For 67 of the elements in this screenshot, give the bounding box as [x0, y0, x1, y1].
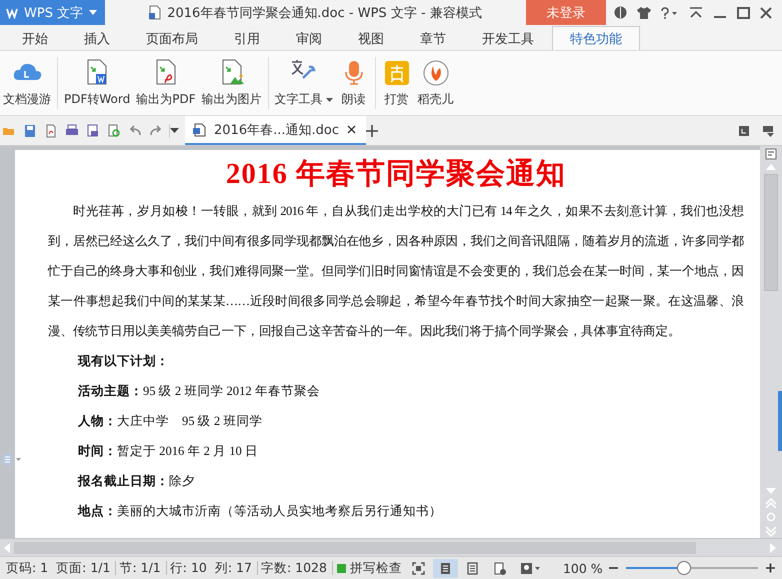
- collapse-icon[interactable]: [689, 6, 703, 18]
- ribbon-tab[interactable]: 开发工具: [464, 26, 552, 50]
- plan-item: 人物：大庄中学 95 级 2 班同学: [78, 413, 264, 430]
- close-icon[interactable]: [760, 6, 772, 18]
- pdf-icon[interactable]: [44, 124, 58, 138]
- status-text: 页面: 1/1: [53, 561, 116, 575]
- panel-menu-icon[interactable]: [762, 124, 774, 136]
- plan-item: 报名截止日期：除夕: [78, 473, 196, 490]
- save-icon[interactable]: [23, 124, 37, 138]
- logo-icon: [6, 6, 18, 18]
- ribbon-tab[interactable]: 章节: [402, 26, 464, 50]
- document-tab[interactable]: 2016年春...通知.doc: [185, 116, 366, 145]
- view-button[interactable]: [432, 558, 458, 578]
- caret-icon[interactable]: [170, 128, 179, 133]
- plan-item: 活动主题：95 级 2 班同学 2012 年春节聚会: [78, 383, 321, 400]
- outline-view-icon: [466, 562, 479, 574]
- preview-zoom-icon[interactable]: [107, 124, 121, 138]
- app-menu-button[interactable]: WPS 文字: [0, 0, 105, 25]
- status-square-icon: [336, 564, 346, 572]
- status-text: 列: 17: [212, 561, 258, 575]
- scrollbar-thumb[interactable]: [764, 174, 778, 291]
- ribbon-tab[interactable]: 页面布局: [128, 26, 216, 50]
- spell-check-button[interactable]: 拼写检查: [332, 560, 406, 576]
- print-preview-icon[interactable]: [86, 124, 100, 138]
- web-view-icon: [492, 562, 506, 574]
- help-icon[interactable]: [661, 6, 679, 18]
- plan-item: 时间：暂定于 2016 年 2 月 10 日: [78, 443, 259, 460]
- print-icon[interactable]: [65, 124, 79, 138]
- ribbon-button[interactable]: 输出为PDF: [133, 51, 199, 115]
- maximize-icon[interactable]: [737, 6, 750, 18]
- plan-item: 地点：美丽的大城市沂南（等活动人员实地考察后另行通知书）: [78, 503, 443, 520]
- plan-heading: 现有以下计划：: [78, 353, 170, 370]
- status-text: 页码: 1: [5, 561, 50, 575]
- close-icon[interactable]: [346, 125, 356, 134]
- ribbon-tab[interactable]: 视图: [340, 26, 402, 50]
- status-text: 行: 10: [168, 561, 208, 575]
- status-text: 节: 1/1: [116, 561, 167, 575]
- status-text: 字数: 1028: [258, 561, 333, 575]
- ribbon-button[interactable]: 文档漫游: [0, 51, 54, 115]
- document-title: 2016 年春节同学聚会通知: [224, 157, 568, 192]
- page-view-icon: [438, 562, 452, 574]
- full-screen-icon: [412, 562, 425, 574]
- ribbon-button[interactable]: 稻壳儿: [414, 51, 457, 115]
- ribbon-button[interactable]: 朗读: [336, 51, 372, 115]
- shirt-icon[interactable]: [637, 6, 651, 18]
- ribbon-tab[interactable]: 开始: [4, 26, 66, 50]
- ribbon-button[interactable]: 文字工具: [272, 51, 336, 115]
- new-tab-icon[interactable]: [366, 124, 378, 136]
- reading-mode-icon: [520, 562, 541, 574]
- zoom-in-icon[interactable]: [766, 563, 775, 573]
- slider-thumb[interactable]: [676, 561, 691, 575]
- window-title: 2016年春节同学聚会通知.doc - WPS 文字 - 兼容模式: [167, 4, 482, 22]
- caret-icon[interactable]: [89, 10, 98, 15]
- ribbon-tab[interactable]: 插入: [66, 26, 128, 50]
- undo-icon[interactable]: [128, 124, 142, 138]
- redo-icon[interactable]: [149, 124, 163, 138]
- document-icon: [193, 122, 206, 136]
- panel-icon[interactable]: [738, 124, 750, 136]
- ribbon-tab[interactable]: 引用: [216, 26, 278, 50]
- ribbon-button[interactable]: PDF转Word: [61, 51, 134, 115]
- ribbon-button[interactable]: 输出为图片: [198, 51, 265, 115]
- body-paragraph: 时光荏苒，岁月如梭！一转眼，就到 2016 年，自从我们走出学校的大门已有 14 年之久，如果不去刻意计算，我们也没想到，居然已经这么久了，我们中间有很多同学现都飘泊在他乡，因各种原因，我们之间音讯阻隔，随着岁月的流逝，许多同学都忙于自己的终身大事和创业，我们难得同聚一堂。但同学们旧时同窗情谊是不会变更的，我们总会在某一时间，某一个地点，因某一件事想起我们中间的某某某……近段时间很多同学总会聊起，希望今年春节找个时间大家抽空一起聚一聚。在这温馨、浪漫、传统节日用以美美犒劳自己一下，回报自己这辛苦奋斗的一年。因此我们将于搞个同学聚会，具体事宜待商定。: [48, 203, 744, 340]
- ribbon-tab[interactable]: 特色功能: [552, 26, 640, 50]
- ribbon-button[interactable]: 打赏: [378, 51, 415, 115]
- ribbon-tab[interactable]: 审阅: [278, 26, 340, 50]
- document-icon: [149, 5, 162, 20]
- zoom-level: 100 %: [562, 560, 603, 576]
